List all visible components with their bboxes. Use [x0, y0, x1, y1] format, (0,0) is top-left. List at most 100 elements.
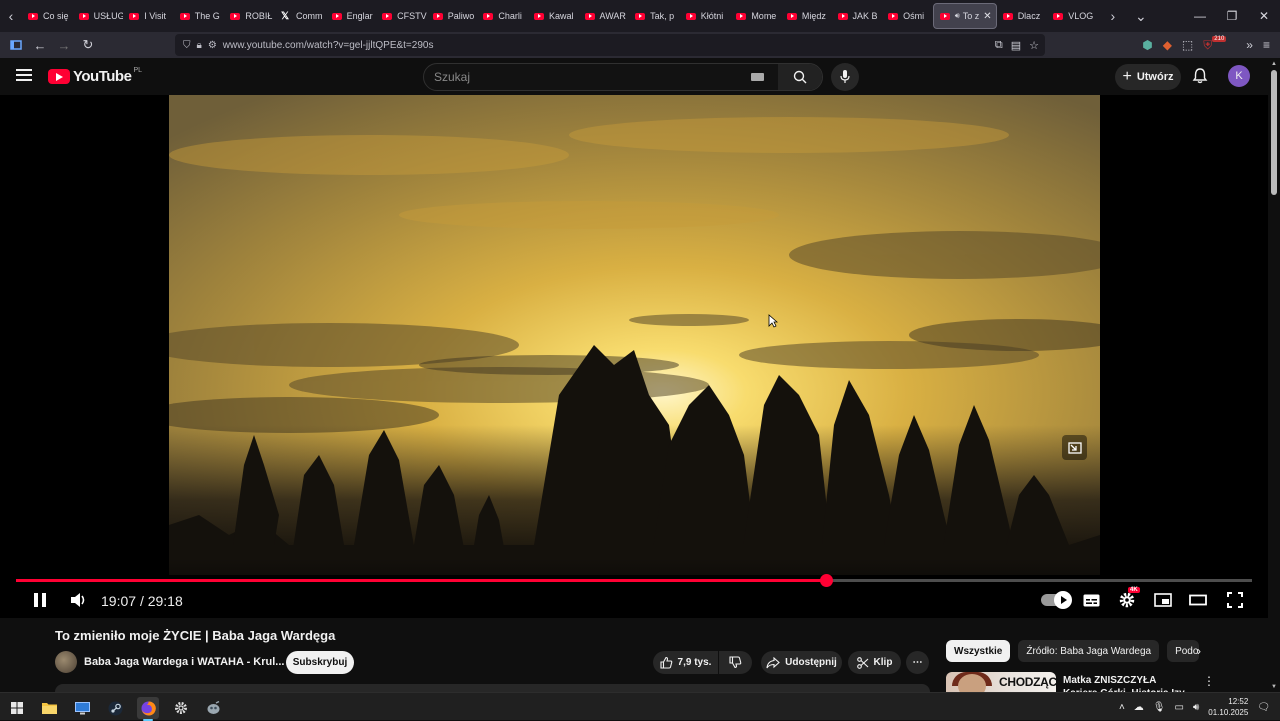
- picture-in-picture-icon[interactable]: ⧉: [995, 39, 1003, 52]
- tab-list-dropdown-icon[interactable]: ⌄: [1130, 0, 1152, 32]
- scrollbar-thumb[interactable]: [1271, 70, 1277, 195]
- more-actions-button[interactable]: ⋯: [906, 651, 929, 674]
- video-frame[interactable]: [169, 95, 1100, 575]
- windows-start-icon[interactable]: [6, 697, 28, 719]
- youtube-logo[interactable]: YouTube PL: [48, 67, 142, 85]
- page-scrollbar[interactable]: ▲ ▼: [1268, 58, 1280, 692]
- dislike-button[interactable]: [719, 651, 752, 674]
- notifications-icon[interactable]: 🗨︎: [1257, 702, 1270, 713]
- firefox-icon[interactable]: [137, 697, 159, 721]
- recommendation-menu-icon[interactable]: ⋮: [1203, 674, 1215, 688]
- microphone-tray-icon[interactable]: 🎙︎: [1153, 702, 1166, 713]
- vpn-extension-icon[interactable]: ⬢: [1142, 38, 1152, 52]
- filter-chip[interactable]: Wszystkie: [946, 640, 1011, 662]
- recommendation-thumbnail[interactable]: CHODZĄCA: [946, 672, 1056, 692]
- permissions-icon[interactable]: ⚙: [208, 40, 217, 51]
- theater-mode-button[interactable]: [1187, 585, 1209, 615]
- tracking-shield-icon[interactable]: ⛉: [183, 40, 191, 51]
- tab-item[interactable]: I Visit: [123, 3, 174, 29]
- tab-active[interactable]: 🔊︎ To z ✕: [932, 3, 997, 29]
- tab-item[interactable]: AWAR: [579, 3, 630, 29]
- fox-extension-icon[interactable]: ◆: [1163, 38, 1172, 52]
- video-player[interactable]: 19:07 / 29:18 4K: [0, 95, 1268, 618]
- create-button[interactable]: + Utwórz: [1115, 64, 1181, 90]
- tab-item[interactable]: JAK B: [832, 3, 883, 29]
- ublock-icon[interactable]: ⛨: [1203, 38, 1212, 53]
- keyboard-icon[interactable]: [751, 73, 764, 81]
- tab-item[interactable]: Kłótni: [680, 3, 731, 29]
- like-button[interactable]: 7,9 tys.: [653, 651, 718, 674]
- voice-search-button[interactable]: [831, 63, 859, 91]
- tab-item[interactable]: Ośmi: [882, 3, 933, 29]
- extensions-icon[interactable]: ⬚: [1182, 38, 1193, 52]
- clock[interactable]: 12:52 01.10.2025: [1208, 696, 1248, 718]
- progress-bar[interactable]: [16, 574, 1252, 587]
- bookmark-star-icon[interactable]: ☆: [1029, 39, 1039, 52]
- minimize-icon[interactable]: —: [1184, 0, 1216, 32]
- app-menu-icon[interactable]: ≡: [1263, 38, 1270, 52]
- tab-item[interactable]: Tak, p: [629, 3, 680, 29]
- tab-item[interactable]: The G: [174, 3, 225, 29]
- tab-item[interactable]: Paliwo: [427, 3, 478, 29]
- clip-button[interactable]: Klip: [848, 651, 901, 674]
- miniplayer-icon[interactable]: [1062, 435, 1087, 460]
- sidebar-toggle-icon[interactable]: [4, 33, 28, 57]
- tab-item[interactable]: 𝕏 Comm: [275, 3, 326, 29]
- tab-item[interactable]: Co się: [22, 3, 73, 29]
- onedrive-icon[interactable]: ☁: [1134, 702, 1144, 713]
- subscribe-button[interactable]: Subskrybuj: [286, 651, 354, 674]
- tab-item[interactable]: VLOG: [1047, 3, 1098, 29]
- tab-item[interactable]: Englar: [326, 3, 377, 29]
- reader-view-icon[interactable]: ▤: [1011, 39, 1021, 52]
- share-button[interactable]: Udostępnij: [761, 651, 842, 674]
- channel-name[interactable]: Baba Jaga Wardega i WATAHA - Krul...: [84, 656, 284, 668]
- fullscreen-button[interactable]: [1224, 585, 1246, 615]
- tab-item[interactable]: Mome: [730, 3, 781, 29]
- settings-app-icon[interactable]: [170, 697, 192, 719]
- scroll-up-icon[interactable]: ▲: [1271, 61, 1277, 67]
- tabs-scroll-left-icon[interactable]: ‹: [0, 0, 22, 32]
- tabs-scroll-right-icon[interactable]: ›: [1102, 0, 1124, 32]
- forward-icon[interactable]: →: [52, 33, 76, 57]
- miniplayer-button[interactable]: [1152, 585, 1174, 615]
- tab-item[interactable]: Międz: [781, 3, 832, 29]
- notifications-bell-icon[interactable]: [1191, 67, 1209, 85]
- network-icon[interactable]: ▭: [1174, 702, 1183, 713]
- tab-item[interactable]: ROBIŁ: [224, 3, 275, 29]
- back-icon[interactable]: ←: [28, 33, 52, 57]
- search-button[interactable]: [778, 64, 822, 90]
- steam-icon[interactable]: [104, 697, 126, 719]
- filter-chip[interactable]: Źródło: Baba Jaga Wardega: [1018, 640, 1160, 662]
- close-window-icon[interactable]: ✕: [1248, 0, 1280, 32]
- tab-item[interactable]: Charli: [477, 3, 528, 29]
- channel-avatar[interactable]: [55, 651, 77, 673]
- tab-item[interactable]: CFSTV: [376, 3, 427, 29]
- remote-desktop-icon[interactable]: [71, 697, 93, 719]
- address-bar[interactable]: ⛉ 🔒︎ ⚙ www.youtube.com/watch?v=gel-jjltQ…: [175, 34, 1045, 56]
- recommendation-title[interactable]: Matka ZNISZCZYŁA Karierę Córki. Historia…: [1063, 674, 1193, 692]
- description-box[interactable]: [55, 684, 930, 692]
- account-avatar[interactable]: K: [1228, 65, 1250, 87]
- chips-next-icon[interactable]: ›: [1191, 642, 1207, 660]
- restore-icon[interactable]: ❐: [1216, 0, 1248, 32]
- tab-close-icon[interactable]: ✕: [983, 11, 991, 22]
- scroll-down-icon[interactable]: ▼: [1271, 684, 1277, 690]
- pause-button[interactable]: [27, 585, 53, 615]
- search-input[interactable]: [424, 70, 744, 84]
- volume-button[interactable]: [66, 585, 92, 615]
- game-app-icon[interactable]: [202, 697, 224, 719]
- tab-item[interactable]: Kawal: [528, 3, 579, 29]
- tab-item[interactable]: Dlacz: [997, 3, 1048, 29]
- lock-icon[interactable]: 🔒︎: [197, 40, 202, 51]
- file-explorer-icon[interactable]: [38, 697, 60, 719]
- speaker-tray-icon[interactable]: 🔊︎: [1193, 702, 1199, 713]
- url-text[interactable]: www.youtube.com/watch?v=gel-jjltQPE&t=29…: [223, 40, 434, 51]
- overflow-menu-icon[interactable]: »: [1246, 38, 1253, 52]
- tab-audio-icon[interactable]: 🔊︎: [955, 11, 960, 21]
- autoplay-toggle[interactable]: [1040, 585, 1072, 615]
- reload-icon[interactable]: ↻: [76, 33, 100, 57]
- tab-item[interactable]: USŁUG: [73, 3, 123, 29]
- subtitles-button[interactable]: [1080, 585, 1102, 615]
- guide-menu-icon[interactable]: [16, 69, 32, 81]
- tray-overflow-icon[interactable]: ˄: [1119, 702, 1125, 713]
